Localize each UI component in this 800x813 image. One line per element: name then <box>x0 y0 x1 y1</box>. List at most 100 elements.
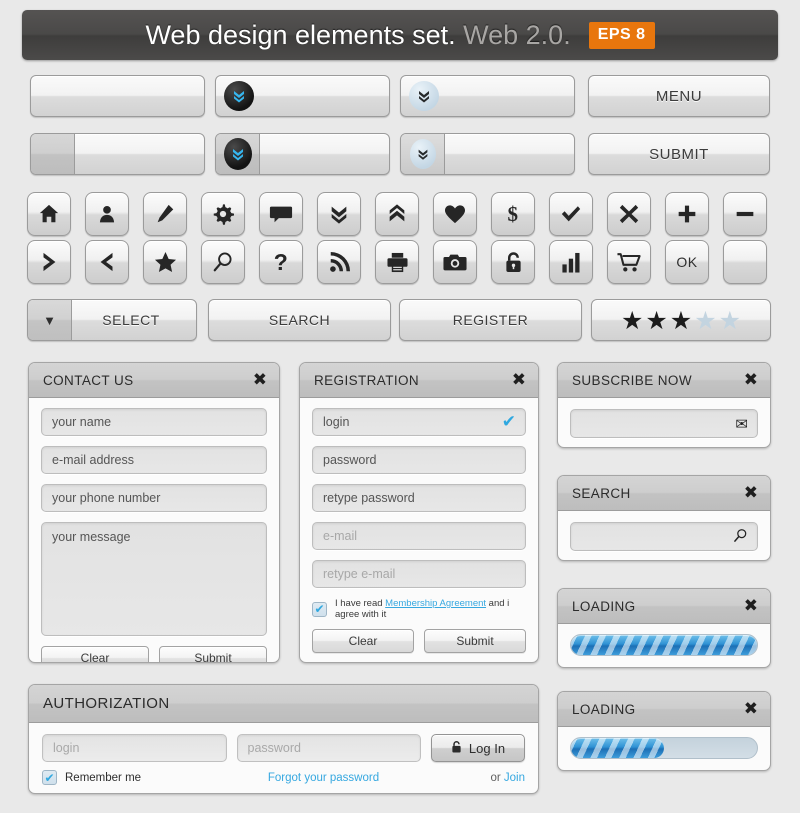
check-icon-button[interactable] <box>549 192 593 236</box>
comment-icon-button[interactable] <box>259 192 303 236</box>
magnifier-icon-button[interactable] <box>201 240 245 284</box>
close-icon[interactable]: ✖ <box>744 700 758 718</box>
dollar-icon-button[interactable]: $ <box>491 192 535 236</box>
message-field[interactable]: your message <box>41 522 267 636</box>
submit-button[interactable]: SUBMIT <box>588 133 770 175</box>
title-dim: Web 2.0. <box>463 19 571 50</box>
login-field[interactable]: login ✔ <box>312 408 526 436</box>
remember-me-group[interactable]: ✔ Remember me <box>42 770 242 785</box>
submit-button[interactable]: Submit <box>424 629 526 653</box>
valid-check-icon: ✔ <box>501 412 516 432</box>
rss-icon-button[interactable] <box>317 240 361 284</box>
question-icon-button[interactable]: ? <box>259 240 303 284</box>
email-field[interactable]: e-mail <box>312 522 526 550</box>
authorization-links-row: ✔ Remember me Forgot your password or Jo… <box>42 770 525 785</box>
rating-star-5[interactable]: ★ <box>719 308 741 333</box>
heart-icon-button[interactable] <box>433 192 477 236</box>
star-rating-stars[interactable]: ★ ★ ★ ★ ★ <box>621 308 741 333</box>
comment-icon <box>269 204 293 224</box>
register-button[interactable]: REGISTER <box>399 299 582 341</box>
retype-email-field[interactable]: retype e-mail <box>312 560 526 588</box>
arrow-left-icon <box>97 251 117 273</box>
agreement-checkbox[interactable]: ✔ <box>312 601 327 617</box>
retype-password-field[interactable]: retype password <box>312 484 526 512</box>
magnifier-icon[interactable] <box>733 528 748 546</box>
subscribe-email-input[interactable]: ✉ <box>570 409 758 438</box>
password-field[interactable]: password <box>312 446 526 474</box>
chevron-double-down-icon-button[interactable] <box>317 192 361 236</box>
progress-fill <box>571 635 757 655</box>
contact-us-body: your name e-mail address your phone numb… <box>29 398 279 662</box>
ok-button[interactable]: OK <box>665 240 709 284</box>
minus-icon-button[interactable] <box>723 192 767 236</box>
clear-button[interactable]: Clear <box>312 629 414 653</box>
menu-button[interactable]: MENU <box>588 75 770 117</box>
name-field[interactable]: your name <box>41 408 267 436</box>
arrow-right-icon-button[interactable] <box>27 240 71 284</box>
close-icon[interactable]: ✖ <box>744 597 758 615</box>
lock-icon <box>504 251 523 274</box>
log-in-button[interactable]: Log In <box>431 734 525 762</box>
split-light-button[interactable] <box>400 133 575 175</box>
double-chevron-down-icon <box>409 81 439 111</box>
rating-star-2[interactable]: ★ <box>645 308 667 333</box>
close-x-icon <box>619 204 639 224</box>
user-icon-button[interactable] <box>85 192 129 236</box>
password-input[interactable]: password <box>236 734 421 762</box>
close-icon[interactable]: ✖ <box>744 371 758 389</box>
submit-button[interactable]: Submit <box>159 646 267 662</box>
dropdown-dark-button[interactable] <box>215 75 390 117</box>
clear-button[interactable]: Clear <box>41 646 149 662</box>
bar-chart-icon-button[interactable] <box>549 240 593 284</box>
split-handle[interactable] <box>401 134 445 174</box>
close-x-icon-button[interactable] <box>607 192 651 236</box>
remember-me-checkbox[interactable]: ✔ <box>42 770 57 785</box>
arrow-left-icon-button[interactable] <box>85 240 129 284</box>
heart-icon <box>444 204 466 224</box>
chevron-down-icon[interactable]: ▼ <box>28 300 72 340</box>
rating-star-4[interactable]: ★ <box>694 308 716 333</box>
star-rating[interactable]: ★ ★ ★ ★ ★ <box>591 299 771 341</box>
login-input[interactable]: login <box>42 734 227 762</box>
blank-icon-button[interactable] <box>723 240 767 284</box>
phone-field[interactable]: your phone number <box>41 484 267 512</box>
chevron-double-up-icon-button[interactable] <box>375 192 419 236</box>
cart-icon-button[interactable] <box>607 240 651 284</box>
camera-icon-button[interactable] <box>433 240 477 284</box>
split-dark-button[interactable] <box>215 133 390 175</box>
plus-icon-button[interactable] <box>665 192 709 236</box>
star-icon-button[interactable] <box>143 240 187 284</box>
gear-icon-button[interactable] <box>201 192 245 236</box>
search-input[interactable] <box>570 522 758 551</box>
close-icon[interactable]: ✖ <box>744 484 758 502</box>
select-dropdown[interactable]: ▼ SELECT <box>27 299 197 341</box>
close-icon[interactable]: ✖ <box>253 371 267 389</box>
search-body <box>558 511 770 560</box>
close-icon[interactable]: ✖ <box>512 371 526 389</box>
user-icon <box>97 203 117 225</box>
printer-icon-button[interactable] <box>375 240 419 284</box>
registration-header: REGISTRATION ✖ <box>300 363 538 398</box>
registration-body: login ✔ password retype password e-mail … <box>300 398 538 662</box>
magnifier-icon <box>212 251 234 273</box>
join-link[interactable]: Join <box>504 772 525 784</box>
home-icon-button[interactable] <box>27 192 71 236</box>
agree-prefix: I have read <box>335 598 386 609</box>
subscribe-header: SUBSCRIBE NOW ✖ <box>558 363 770 398</box>
authorization-title: AUTHORIZATION <box>43 695 170 712</box>
split-handle[interactable] <box>216 134 260 174</box>
envelope-icon[interactable]: ✉ <box>735 415 748 433</box>
login-field-text: login <box>323 415 350 429</box>
rating-star-1[interactable]: ★ <box>621 308 643 333</box>
plain-button[interactable] <box>30 75 205 117</box>
split-plain-button[interactable] <box>30 133 205 175</box>
rating-star-3[interactable]: ★ <box>670 308 692 333</box>
lock-icon-button[interactable] <box>491 240 535 284</box>
pencil-icon-button[interactable] <box>143 192 187 236</box>
forgot-password-link[interactable]: Forgot your password <box>268 772 379 784</box>
search-button[interactable]: SEARCH <box>208 299 391 341</box>
split-handle[interactable] <box>31 134 75 174</box>
membership-agreement-link[interactable]: Membership Agreement <box>385 598 486 609</box>
dropdown-light-button[interactable] <box>400 75 575 117</box>
email-field[interactable]: e-mail address <box>41 446 267 474</box>
